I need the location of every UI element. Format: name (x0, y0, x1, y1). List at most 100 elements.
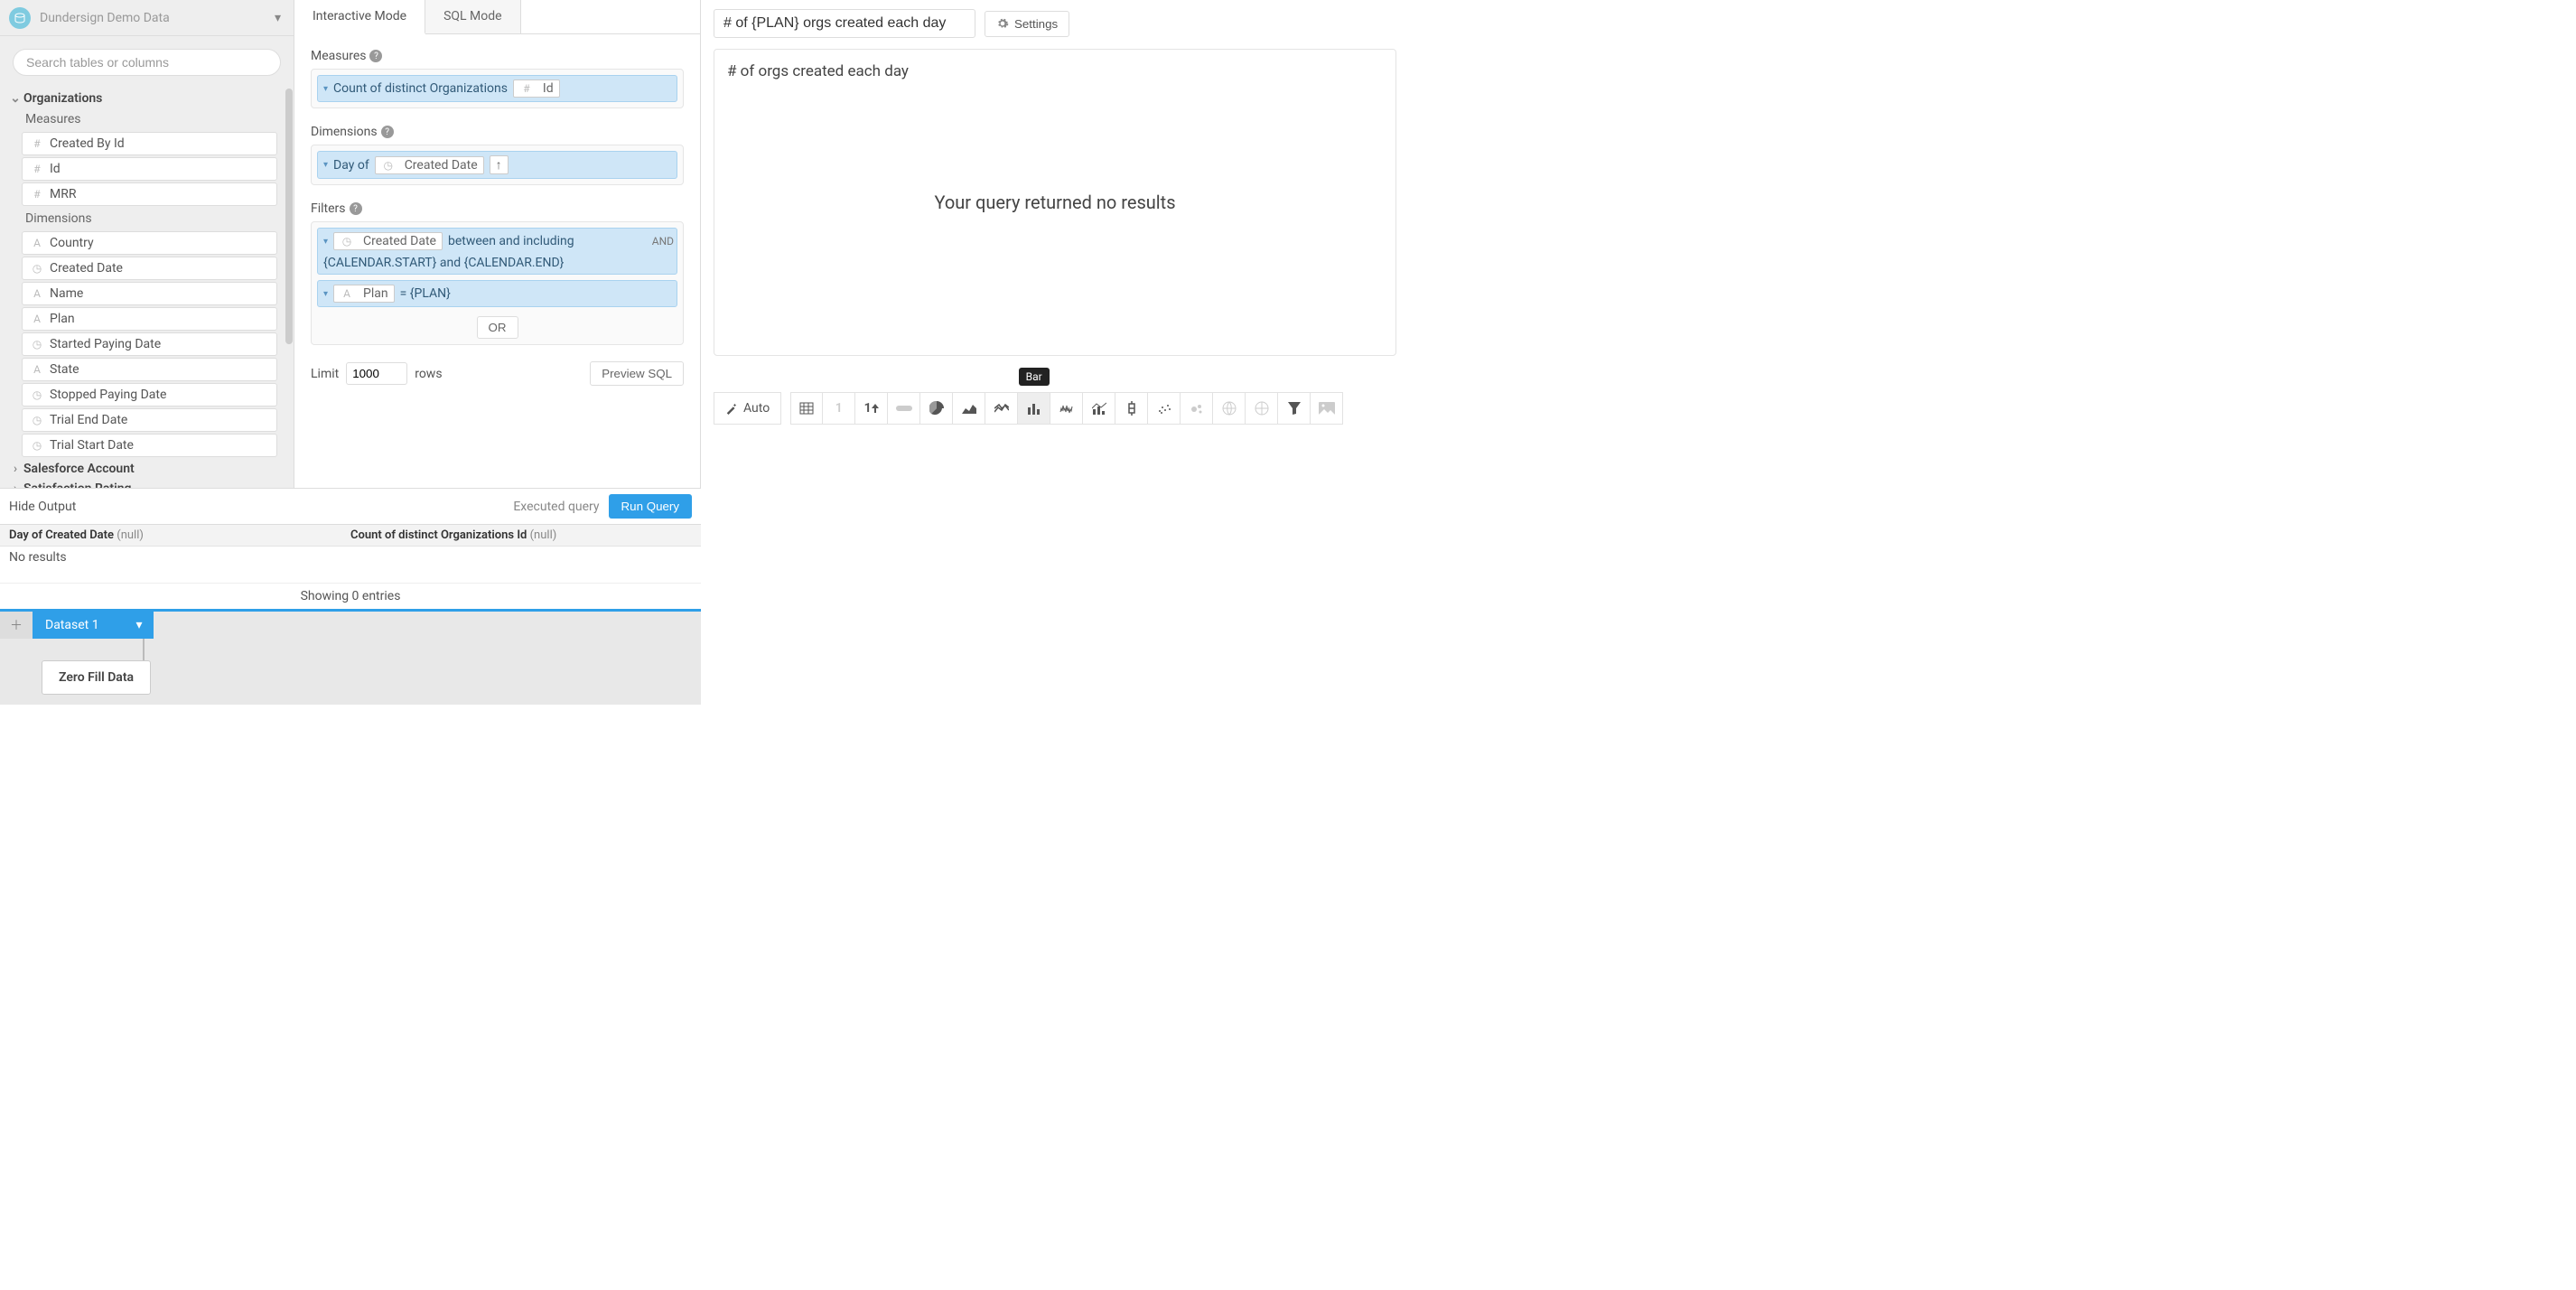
filter-pill-plan[interactable]: ▾ APlan = {PLAN} (317, 280, 677, 307)
table-node-organizations[interactable]: ⌄ Organizations (9, 89, 285, 108)
database-selector[interactable]: Dundersign Demo Data ▾ (0, 0, 294, 36)
dataset-tab[interactable]: Dataset 1 ▾ (33, 612, 154, 639)
add-dataset-button[interactable]: ＋ (0, 612, 33, 639)
field-id[interactable]: #Id (22, 157, 277, 181)
measures-heading: Measures (9, 108, 285, 130)
filters-section-label: Filters? (311, 201, 684, 216)
clock-icon: ◷ (30, 338, 44, 351)
field-country[interactable]: ACountry (22, 231, 277, 255)
dimensions-dropzone[interactable]: ▾ Day of ◷Created Date ↑ (311, 145, 684, 185)
clock-icon: ◷ (30, 262, 44, 275)
chart-type-pie-icon[interactable] (920, 392, 953, 425)
pipeline-node-zero-fill[interactable]: Zero Fill Data (42, 660, 151, 695)
chart-type-bar-icon[interactable]: Bar (1018, 392, 1050, 425)
database-name: Dundersign Demo Data (40, 11, 170, 25)
field-created-by-id[interactable]: #Created By Id (22, 132, 277, 155)
chevron-right-icon: › (9, 462, 22, 476)
chart-type-map-icon[interactable] (1246, 392, 1278, 425)
magic-wand-icon (725, 402, 738, 415)
chart-card-title: # of orgs created each day (727, 62, 1383, 80)
chevron-down-icon: ▾ (275, 11, 281, 25)
and-operator[interactable]: AND (652, 235, 674, 248)
chevron-down-icon: ▾ (136, 618, 143, 632)
field-trial-start-date[interactable]: ◷Trial Start Date (22, 434, 277, 457)
field-state[interactable]: AState (22, 358, 277, 381)
text-icon: A (340, 287, 354, 300)
filters-dropzone[interactable]: AND ▾ ◷Created Date between and includin… (311, 221, 684, 345)
field-started-paying-date[interactable]: ◷Started Paying Date (22, 332, 277, 356)
field-name[interactable]: AName (22, 282, 277, 305)
settings-button[interactable]: Settings (985, 11, 1069, 37)
tab-interactive-mode[interactable]: Interactive Mode (294, 0, 425, 34)
help-icon[interactable]: ? (381, 126, 394, 138)
chart-type-globe-icon[interactable] (1213, 392, 1246, 425)
measure-field-chip[interactable]: #Id (513, 79, 560, 98)
chevron-down-icon: ▾ (323, 289, 328, 299)
chart-auto-button[interactable]: Auto (714, 392, 781, 425)
help-icon[interactable]: ? (369, 50, 382, 62)
table-node-salesforce-account[interactable]: ›Salesforce Account (9, 459, 285, 479)
scrollbar[interactable] (285, 89, 293, 344)
text-icon: A (30, 313, 44, 325)
text-icon: A (30, 237, 44, 249)
chart-type-line-icon[interactable] (985, 392, 1018, 425)
chart-type-combo-icon[interactable] (1083, 392, 1115, 425)
clock-icon: ◷ (340, 235, 354, 248)
measures-dropzone[interactable]: ▾ Count of distinct Organizations #Id (311, 69, 684, 108)
chart-type-image-icon[interactable] (1311, 392, 1343, 425)
chart-type-single-value-trend-icon[interactable]: 1 (855, 392, 888, 425)
chevron-down-icon: ▾ (323, 160, 328, 170)
search-input[interactable] (13, 49, 281, 76)
chart-type-bubble-icon[interactable] (1181, 392, 1213, 425)
tooltip: Bar (1019, 368, 1050, 386)
run-query-button[interactable]: Run Query (609, 494, 692, 519)
field-stopped-paying-date[interactable]: ◷Stopped Paying Date (22, 383, 277, 407)
arrow-up-icon: ↑ (496, 157, 502, 173)
results-empty: No results (0, 547, 701, 583)
chart-type-single-value-icon[interactable]: 1 (823, 392, 855, 425)
sort-asc-chip[interactable]: ↑ (490, 155, 509, 174)
preview-sql-button[interactable]: Preview SQL (590, 361, 684, 386)
chart-preview-card: # of orgs created each day Your query re… (714, 49, 1396, 356)
dimension-field-chip[interactable]: ◷Created Date (375, 156, 484, 174)
database-icon (9, 7, 31, 29)
clock-icon: ◷ (30, 388, 44, 401)
table-node-satisfaction-rating[interactable]: ›Satisfaction Rating (9, 479, 285, 488)
measure-pill[interactable]: ▾ Count of distinct Organizations #Id (317, 75, 677, 102)
results-footer: Showing 0 entries (0, 583, 701, 612)
chart-type-funnel-icon[interactable] (1278, 392, 1311, 425)
gear-icon (996, 17, 1009, 30)
executed-query-status: Executed query (513, 500, 599, 514)
or-button[interactable]: OR (477, 316, 518, 339)
hide-output-toggle[interactable]: Hide Output (9, 500, 76, 514)
field-mrr[interactable]: #MRR (22, 182, 277, 206)
chart-type-area-icon[interactable] (953, 392, 985, 425)
pipeline-connector (143, 639, 145, 660)
chart-type-spark-bar-icon[interactable] (1050, 392, 1083, 425)
dimension-pill[interactable]: ▾ Day of ◷Created Date ↑ (317, 151, 677, 179)
clock-icon: ◷ (30, 414, 44, 426)
chart-title-input[interactable] (714, 9, 975, 38)
tab-sql-mode[interactable]: SQL Mode (425, 0, 520, 33)
limit-label: Limit (311, 367, 339, 381)
field-created-date[interactable]: ◷Created Date (22, 257, 277, 280)
limit-input[interactable] (346, 362, 407, 385)
filter-field-chip[interactable]: APlan (333, 285, 395, 303)
chart-type-gauge-icon[interactable] (888, 392, 920, 425)
text-icon: A (30, 363, 44, 376)
rows-label: rows (415, 367, 442, 381)
field-plan[interactable]: APlan (22, 307, 277, 331)
clock-icon: ◷ (30, 439, 44, 452)
hash-icon: # (30, 163, 44, 175)
help-icon[interactable]: ? (350, 202, 362, 215)
chevron-down-icon: ⌄ (9, 91, 22, 106)
hash-icon: # (30, 137, 44, 150)
filter-field-chip[interactable]: ◷Created Date (333, 232, 443, 250)
chart-type-toolbar: Auto 1 1 Bar (714, 392, 1396, 425)
chevron-down-icon: ▾ (323, 237, 328, 247)
filter-pill-created-date[interactable]: ▾ ◷Created Date between and including {C… (317, 228, 677, 275)
chart-type-scatter-icon[interactable] (1148, 392, 1181, 425)
chart-type-table-icon[interactable] (790, 392, 823, 425)
field-trial-end-date[interactable]: ◷Trial End Date (22, 408, 277, 432)
chart-type-box-icon[interactable] (1115, 392, 1148, 425)
